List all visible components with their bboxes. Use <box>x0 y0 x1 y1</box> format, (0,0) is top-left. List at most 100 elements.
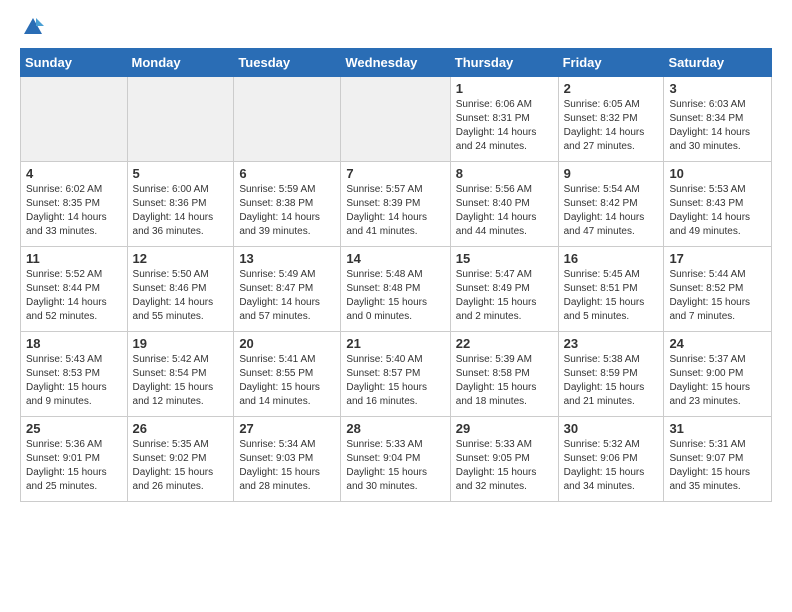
day-info: Sunrise: 5:41 AMSunset: 8:55 PMDaylight:… <box>239 353 335 409</box>
day-info: Sunrise: 5:34 AMSunset: 9:03 PMDaylight:… <box>239 438 335 494</box>
day-number: 26 <box>133 421 229 436</box>
day-number: 21 <box>346 336 444 351</box>
day-number: 15 <box>456 251 553 266</box>
day-info: Sunrise: 5:37 AMSunset: 9:00 PMDaylight:… <box>669 353 766 409</box>
day-info: Sunrise: 5:57 AMSunset: 8:39 PMDaylight:… <box>346 183 444 239</box>
day-info: Sunrise: 5:45 AMSunset: 8:51 PMDaylight:… <box>564 268 659 324</box>
calendar-cell: 31 Sunrise: 5:31 AMSunset: 9:07 PMDayligh… <box>664 417 772 502</box>
day-number: 10 <box>669 166 766 181</box>
calendar-cell: 5 Sunrise: 6:00 AMSunset: 8:36 PMDaylight… <box>127 162 234 247</box>
day-info: Sunrise: 5:53 AMSunset: 8:43 PMDaylight:… <box>669 183 766 239</box>
day-info: Sunrise: 5:49 AMSunset: 8:47 PMDaylight:… <box>239 268 335 324</box>
day-number: 27 <box>239 421 335 436</box>
day-number: 28 <box>346 421 444 436</box>
calendar-cell: 13 Sunrise: 5:49 AMSunset: 8:47 PMDayligh… <box>234 247 341 332</box>
weekday-sunday: Sunday <box>21 49 128 77</box>
day-info: Sunrise: 5:36 AMSunset: 9:01 PMDaylight:… <box>26 438 122 494</box>
calendar-cell: 22 Sunrise: 5:39 AMSunset: 8:58 PMDayligh… <box>450 332 558 417</box>
day-number: 1 <box>456 81 553 96</box>
day-info: Sunrise: 5:59 AMSunset: 8:38 PMDaylight:… <box>239 183 335 239</box>
calendar-cell: 19Sunrise: 5:42 AMSunset: 8:54 PMDayligh… <box>127 332 234 417</box>
week-row-2: 4 Sunrise: 6:02 AMSunset: 8:35 PMDaylight… <box>21 162 772 247</box>
day-info: Sunrise: 6:06 AMSunset: 8:31 PMDaylight:… <box>456 98 553 154</box>
day-info: Sunrise: 5:56 AMSunset: 8:40 PMDaylight:… <box>456 183 553 239</box>
calendar-cell: 4 Sunrise: 6:02 AMSunset: 8:35 PMDaylight… <box>21 162 128 247</box>
day-number: 19 <box>133 336 229 351</box>
day-info: Sunrise: 5:52 AMSunset: 8:44 PMDaylight:… <box>26 268 122 324</box>
day-number: 2 <box>564 81 659 96</box>
day-info: Sunrise: 5:40 AMSunset: 8:57 PMDaylight:… <box>346 353 444 409</box>
day-info: Sunrise: 5:31 AMSunset: 9:07 PMDaylight:… <box>669 438 766 494</box>
calendar-table: SundayMondayTuesdayWednesdayThursdayFrid… <box>20 48 772 502</box>
day-info: Sunrise: 5:44 AMSunset: 8:52 PMDaylight:… <box>669 268 766 324</box>
logo-icon <box>22 16 44 38</box>
day-number: 4 <box>26 166 122 181</box>
week-row-4: 18 Sunrise: 5:43 AMSunset: 8:53 PMDayligh… <box>21 332 772 417</box>
calendar-cell: 21 Sunrise: 5:40 AMSunset: 8:57 PMDayligh… <box>341 332 450 417</box>
logo <box>20 16 44 38</box>
calendar-cell: 7 Sunrise: 5:57 AMSunset: 8:39 PMDaylight… <box>341 162 450 247</box>
weekday-wednesday: Wednesday <box>341 49 450 77</box>
day-number: 29 <box>456 421 553 436</box>
calendar-cell: 8 Sunrise: 5:56 AMSunset: 8:40 PMDaylight… <box>450 162 558 247</box>
day-number: 17 <box>669 251 766 266</box>
day-info: Sunrise: 6:05 AMSunset: 8:32 PMDaylight:… <box>564 98 659 154</box>
calendar-cell: 15Sunrise: 5:47 AMSunset: 8:49 PMDayligh… <box>450 247 558 332</box>
calendar-cell <box>127 77 234 162</box>
header <box>20 16 772 38</box>
calendar-cell: 27 Sunrise: 5:34 AMSunset: 9:03 PMDayligh… <box>234 417 341 502</box>
day-info: Sunrise: 5:35 AMSunset: 9:02 PMDaylight:… <box>133 438 229 494</box>
day-info: Sunrise: 5:43 AMSunset: 8:53 PMDaylight:… <box>26 353 122 409</box>
day-info: Sunrise: 5:33 AMSunset: 9:04 PMDaylight:… <box>346 438 444 494</box>
calendar-cell <box>341 77 450 162</box>
day-number: 22 <box>456 336 553 351</box>
day-number: 25 <box>26 421 122 436</box>
day-number: 31 <box>669 421 766 436</box>
day-number: 30 <box>564 421 659 436</box>
day-info: Sunrise: 5:48 AMSunset: 8:48 PMDaylight:… <box>346 268 444 324</box>
calendar-cell: 11Sunrise: 5:52 AMSunset: 8:44 PMDayligh… <box>21 247 128 332</box>
calendar-cell: 6 Sunrise: 5:59 AMSunset: 8:38 PMDaylight… <box>234 162 341 247</box>
weekday-tuesday: Tuesday <box>234 49 341 77</box>
day-number: 9 <box>564 166 659 181</box>
calendar-cell <box>234 77 341 162</box>
day-number: 13 <box>239 251 335 266</box>
weekday-friday: Friday <box>558 49 664 77</box>
calendar-cell: 10 Sunrise: 5:53 AMSunset: 8:43 PMDayligh… <box>664 162 772 247</box>
day-number: 3 <box>669 81 766 96</box>
week-row-1: 1 Sunrise: 6:06 AMSunset: 8:31 PMDaylight… <box>21 77 772 162</box>
day-number: 6 <box>239 166 335 181</box>
page: SundayMondayTuesdayWednesdayThursdayFrid… <box>0 0 792 518</box>
weekday-thursday: Thursday <box>450 49 558 77</box>
week-row-3: 11Sunrise: 5:52 AMSunset: 8:44 PMDayligh… <box>21 247 772 332</box>
day-info: Sunrise: 5:32 AMSunset: 9:06 PMDaylight:… <box>564 438 659 494</box>
calendar-cell: 16Sunrise: 5:45 AMSunset: 8:51 PMDayligh… <box>558 247 664 332</box>
day-info: Sunrise: 5:39 AMSunset: 8:58 PMDaylight:… <box>456 353 553 409</box>
calendar-cell: 29 Sunrise: 5:33 AMSunset: 9:05 PMDayligh… <box>450 417 558 502</box>
calendar-cell: 23Sunrise: 5:38 AMSunset: 8:59 PMDayligh… <box>558 332 664 417</box>
day-info: Sunrise: 6:03 AMSunset: 8:34 PMDaylight:… <box>669 98 766 154</box>
day-info: Sunrise: 5:54 AMSunset: 8:42 PMDaylight:… <box>564 183 659 239</box>
calendar-cell: 24 Sunrise: 5:37 AMSunset: 9:00 PMDayligh… <box>664 332 772 417</box>
calendar-cell: 25 Sunrise: 5:36 AMSunset: 9:01 PMDayligh… <box>21 417 128 502</box>
calendar-cell: 17 Sunrise: 5:44 AMSunset: 8:52 PMDayligh… <box>664 247 772 332</box>
calendar-cell: 1 Sunrise: 6:06 AMSunset: 8:31 PMDaylight… <box>450 77 558 162</box>
day-number: 18 <box>26 336 122 351</box>
calendar-cell <box>21 77 128 162</box>
week-row-5: 25 Sunrise: 5:36 AMSunset: 9:01 PMDayligh… <box>21 417 772 502</box>
day-number: 8 <box>456 166 553 181</box>
calendar-cell: 3 Sunrise: 6:03 AMSunset: 8:34 PMDaylight… <box>664 77 772 162</box>
day-number: 24 <box>669 336 766 351</box>
day-info: Sunrise: 5:33 AMSunset: 9:05 PMDaylight:… <box>456 438 553 494</box>
day-info: Sunrise: 6:02 AMSunset: 8:35 PMDaylight:… <box>26 183 122 239</box>
day-number: 5 <box>133 166 229 181</box>
calendar-cell: 14 Sunrise: 5:48 AMSunset: 8:48 PMDayligh… <box>341 247 450 332</box>
calendar-cell: 2 Sunrise: 6:05 AMSunset: 8:32 PMDaylight… <box>558 77 664 162</box>
calendar-cell: 18 Sunrise: 5:43 AMSunset: 8:53 PMDayligh… <box>21 332 128 417</box>
day-info: Sunrise: 6:00 AMSunset: 8:36 PMDaylight:… <box>133 183 229 239</box>
calendar-cell: 12Sunrise: 5:50 AMSunset: 8:46 PMDayligh… <box>127 247 234 332</box>
day-number: 14 <box>346 251 444 266</box>
day-number: 7 <box>346 166 444 181</box>
calendar-cell: 20Sunrise: 5:41 AMSunset: 8:55 PMDayligh… <box>234 332 341 417</box>
calendar-cell: 28 Sunrise: 5:33 AMSunset: 9:04 PMDayligh… <box>341 417 450 502</box>
